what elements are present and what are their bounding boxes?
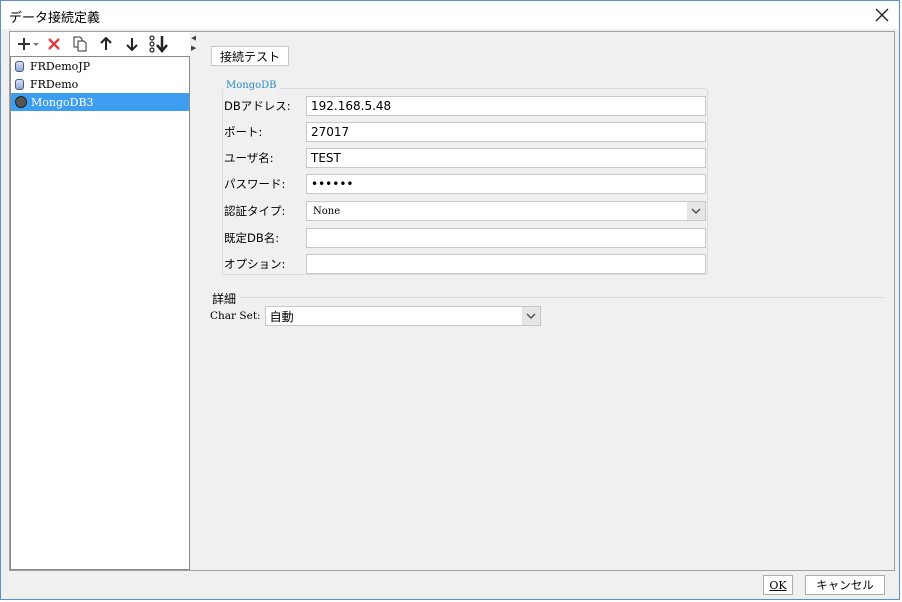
- username-label: ユーザ名:: [224, 151, 274, 165]
- sort-button[interactable]: [146, 33, 170, 55]
- move-up-icon: [100, 37, 112, 50]
- dialog-content: FRDemoJP FRDemo MongoDB3 ◀ ▶ 接続テスト Mongo…: [9, 31, 895, 571]
- window-title: データ接続定義: [9, 11, 101, 26]
- connection-list-panel: FRDemoJP FRDemo MongoDB3: [10, 32, 190, 570]
- add-icon: [18, 38, 39, 50]
- delete-connection-button[interactable]: [42, 33, 66, 55]
- db-address-label: DBアドレス:: [224, 99, 291, 113]
- port-label: ポート:: [224, 125, 263, 139]
- db-address-row: DBアドレス: 192.168.5.48: [224, 96, 706, 116]
- dialog-window: データ接続定義 FRDemoJP FRDemo MongoDB3 ◀ ▶ 接続テ…: [0, 0, 900, 600]
- copy-icon: [73, 36, 87, 52]
- charset-select[interactable]: 自動: [264, 306, 541, 326]
- username-row: ユーザ名: TEST: [224, 148, 706, 168]
- mongodb-icon: [15, 96, 27, 108]
- tree-item-label: FRDemo: [30, 77, 79, 91]
- group-legend: MongoDB: [224, 80, 279, 91]
- details-divider: [240, 297, 884, 298]
- port-row: ポート: 27017: [224, 122, 706, 142]
- add-connection-button[interactable]: [16, 33, 40, 55]
- options-label: オプション:: [224, 257, 286, 271]
- tree-item-label: FRDemoJP: [30, 59, 91, 73]
- password-label: パスワード:: [224, 177, 286, 191]
- options-input[interactable]: [306, 254, 706, 274]
- default-db-input[interactable]: [306, 228, 706, 248]
- tree-item-label: MongoDB3: [31, 95, 94, 109]
- options-row: オプション:: [224, 254, 706, 274]
- auth-type-value: None: [313, 205, 341, 217]
- charset-row: Char Set: 自動: [210, 306, 541, 326]
- charset-value: 自動: [269, 309, 294, 324]
- charset-label: Char Set:: [210, 310, 261, 322]
- move-up-button[interactable]: [94, 33, 118, 55]
- chevron-down-icon[interactable]: [687, 202, 705, 220]
- auth-type-row: 認証タイプ: None: [224, 201, 706, 221]
- auth-type-select[interactable]: None: [306, 201, 706, 221]
- chevron-down-icon[interactable]: [521, 307, 540, 325]
- password-row: パスワード: ••••••: [224, 174, 706, 194]
- default-db-row: 既定DB名:: [224, 228, 706, 248]
- list-toolbar: [10, 32, 190, 56]
- move-down-icon: [126, 38, 138, 51]
- connection-settings-panel: 接続テスト MongoDB DBアドレス: 192.168.5.48 ポート: …: [196, 32, 894, 570]
- database-icon: [15, 78, 24, 90]
- connection-tree[interactable]: FRDemoJP FRDemo MongoDB3: [10, 56, 190, 570]
- cancel-button[interactable]: キャンセル: [805, 575, 885, 595]
- default-db-label: 既定DB名:: [224, 231, 280, 245]
- database-icon: [15, 60, 24, 72]
- password-input[interactable]: ••••••: [306, 174, 706, 194]
- details-section-title: 詳細: [212, 292, 237, 306]
- tree-item-frdemo[interactable]: FRDemo: [11, 75, 189, 93]
- tree-item-frdemojp[interactable]: FRDemoJP: [11, 57, 189, 75]
- tree-item-mongodb3[interactable]: MongoDB3: [11, 93, 189, 111]
- ok-button[interactable]: OK: [763, 575, 793, 595]
- db-address-input[interactable]: 192.168.5.48: [306, 96, 706, 116]
- sort-icon: [149, 35, 168, 53]
- title-bar: データ接続定義: [1, 1, 899, 29]
- close-button[interactable]: [869, 3, 895, 27]
- copy-connection-button[interactable]: [68, 33, 92, 55]
- move-down-button[interactable]: [120, 33, 144, 55]
- auth-type-label: 認証タイプ:: [224, 204, 286, 218]
- test-connection-button[interactable]: 接続テスト: [211, 46, 289, 66]
- username-input[interactable]: TEST: [306, 148, 706, 168]
- close-icon: [875, 8, 889, 22]
- delete-icon: [48, 38, 60, 50]
- port-input[interactable]: 27017: [306, 122, 706, 142]
